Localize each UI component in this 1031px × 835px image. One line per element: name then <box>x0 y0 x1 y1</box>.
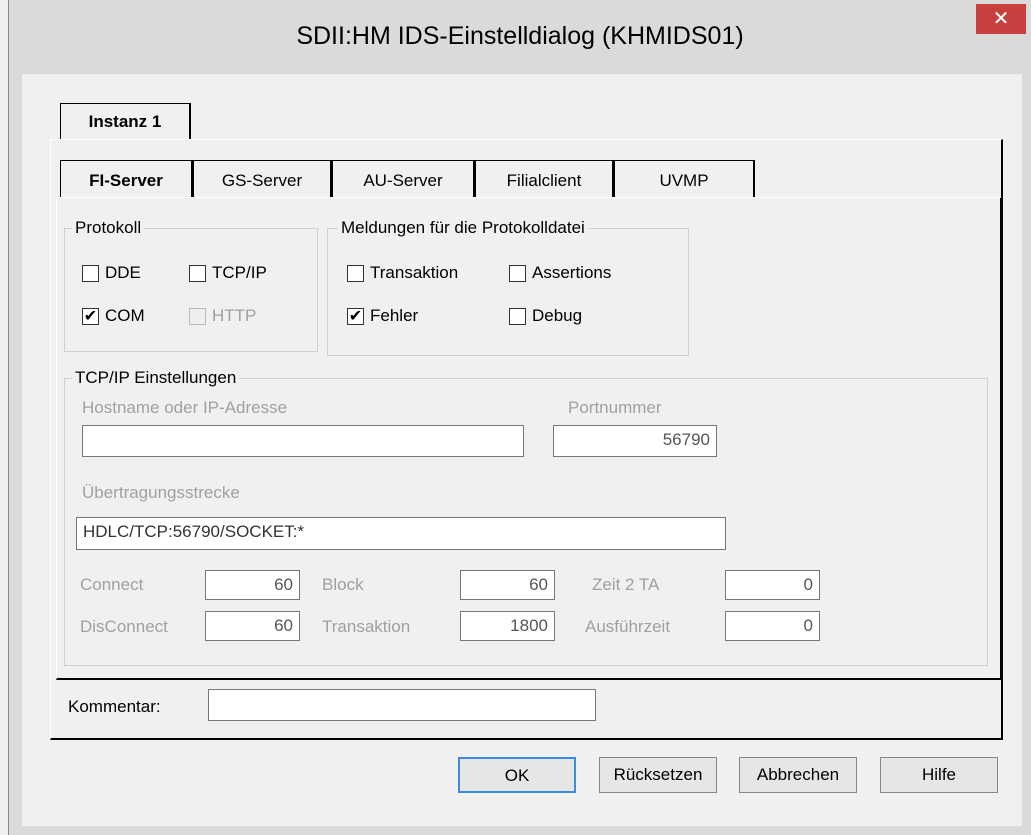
port-label: Portnummer <box>568 398 662 417</box>
tab-uvmp[interactable]: UVMP <box>614 160 755 197</box>
assertions-checkbox-box[interactable] <box>509 264 526 282</box>
protokoll-label: Protokoll <box>72 218 145 238</box>
block-input[interactable]: 60 <box>460 570 555 600</box>
transaktion-input[interactable]: 1800 <box>460 611 555 641</box>
zeit-label: Zeit 2 TA <box>592 575 660 594</box>
tab-au-server[interactable]: AU-Server <box>332 160 475 197</box>
hostname-label: Hostname oder IP-Adresse <box>82 398 288 417</box>
fehler-checkbox[interactable]: ✔ Fehler <box>347 306 418 326</box>
ok-button[interactable]: OK <box>458 757 576 793</box>
transaktion-label: Transaktion <box>322 617 411 636</box>
disconnect-label: DisConnect <box>80 617 168 636</box>
assertions-checkbox[interactable]: Assertions <box>509 263 611 283</box>
meldungen-label: Meldungen für die Protokolldatei <box>338 218 588 238</box>
reset-button[interactable]: Rücksetzen <box>599 757 717 793</box>
connect-label: Connect <box>80 575 144 594</box>
disconnect-input[interactable]: 60 <box>205 611 300 641</box>
block-label: Block <box>322 575 364 594</box>
tab-fi-server[interactable]: FI-Server <box>60 160 193 199</box>
tcpip-checkbox[interactable]: TCP/IP <box>189 263 267 283</box>
close-button[interactable]: ✕ <box>976 4 1026 34</box>
zeit-input[interactable]: 0 <box>725 570 820 600</box>
fehler-check-icon[interactable]: ✔ <box>347 307 364 325</box>
kommentar-label: Kommentar: <box>68 697 161 716</box>
kommentar-input[interactable] <box>208 689 596 721</box>
strecke-label: Übertragungsstrecke <box>82 483 240 502</box>
dde-checkbox-box[interactable] <box>82 264 99 282</box>
strecke-input[interactable]: HDLC/TCP:56790/SOCKET:* <box>76 517 726 550</box>
debug-checkbox[interactable]: Debug <box>509 306 582 326</box>
window-title: SDII:HM IDS-Einstelldialog (KHMIDS01) <box>296 22 744 50</box>
tab-gs-server[interactable]: GS-Server <box>193 160 332 197</box>
meldungen-group <box>327 228 689 356</box>
port-input[interactable]: 56790 <box>553 425 717 457</box>
tab-filialclient[interactable]: Filialclient <box>475 160 614 197</box>
help-button[interactable]: Hilfe <box>880 757 998 793</box>
com-check-icon[interactable]: ✔ <box>82 307 99 325</box>
tcpip-label: TCP/IP Einstellungen <box>72 368 240 388</box>
transaktion-checkbox[interactable]: Transaktion <box>347 263 458 283</box>
ausfuehr-label: Ausführzeit <box>585 617 671 636</box>
dde-checkbox[interactable]: DDE <box>82 263 141 283</box>
connect-input[interactable]: 60 <box>205 570 300 600</box>
transaktion-checkbox-box[interactable] <box>347 264 364 282</box>
protokoll-group <box>64 228 318 352</box>
http-checkbox: HTTP <box>189 306 256 326</box>
ausfuehr-input[interactable]: 0 <box>725 611 820 641</box>
cancel-button[interactable]: Abbrechen <box>739 757 857 793</box>
tab-instanz-1[interactable]: Instanz 1 <box>60 103 191 140</box>
tcpip-checkbox-box[interactable] <box>189 264 206 282</box>
hostname-input[interactable] <box>82 425 524 457</box>
debug-checkbox-box[interactable] <box>509 307 526 325</box>
http-checkbox-box <box>189 307 206 325</box>
com-checkbox[interactable]: ✔ COM <box>82 306 145 326</box>
